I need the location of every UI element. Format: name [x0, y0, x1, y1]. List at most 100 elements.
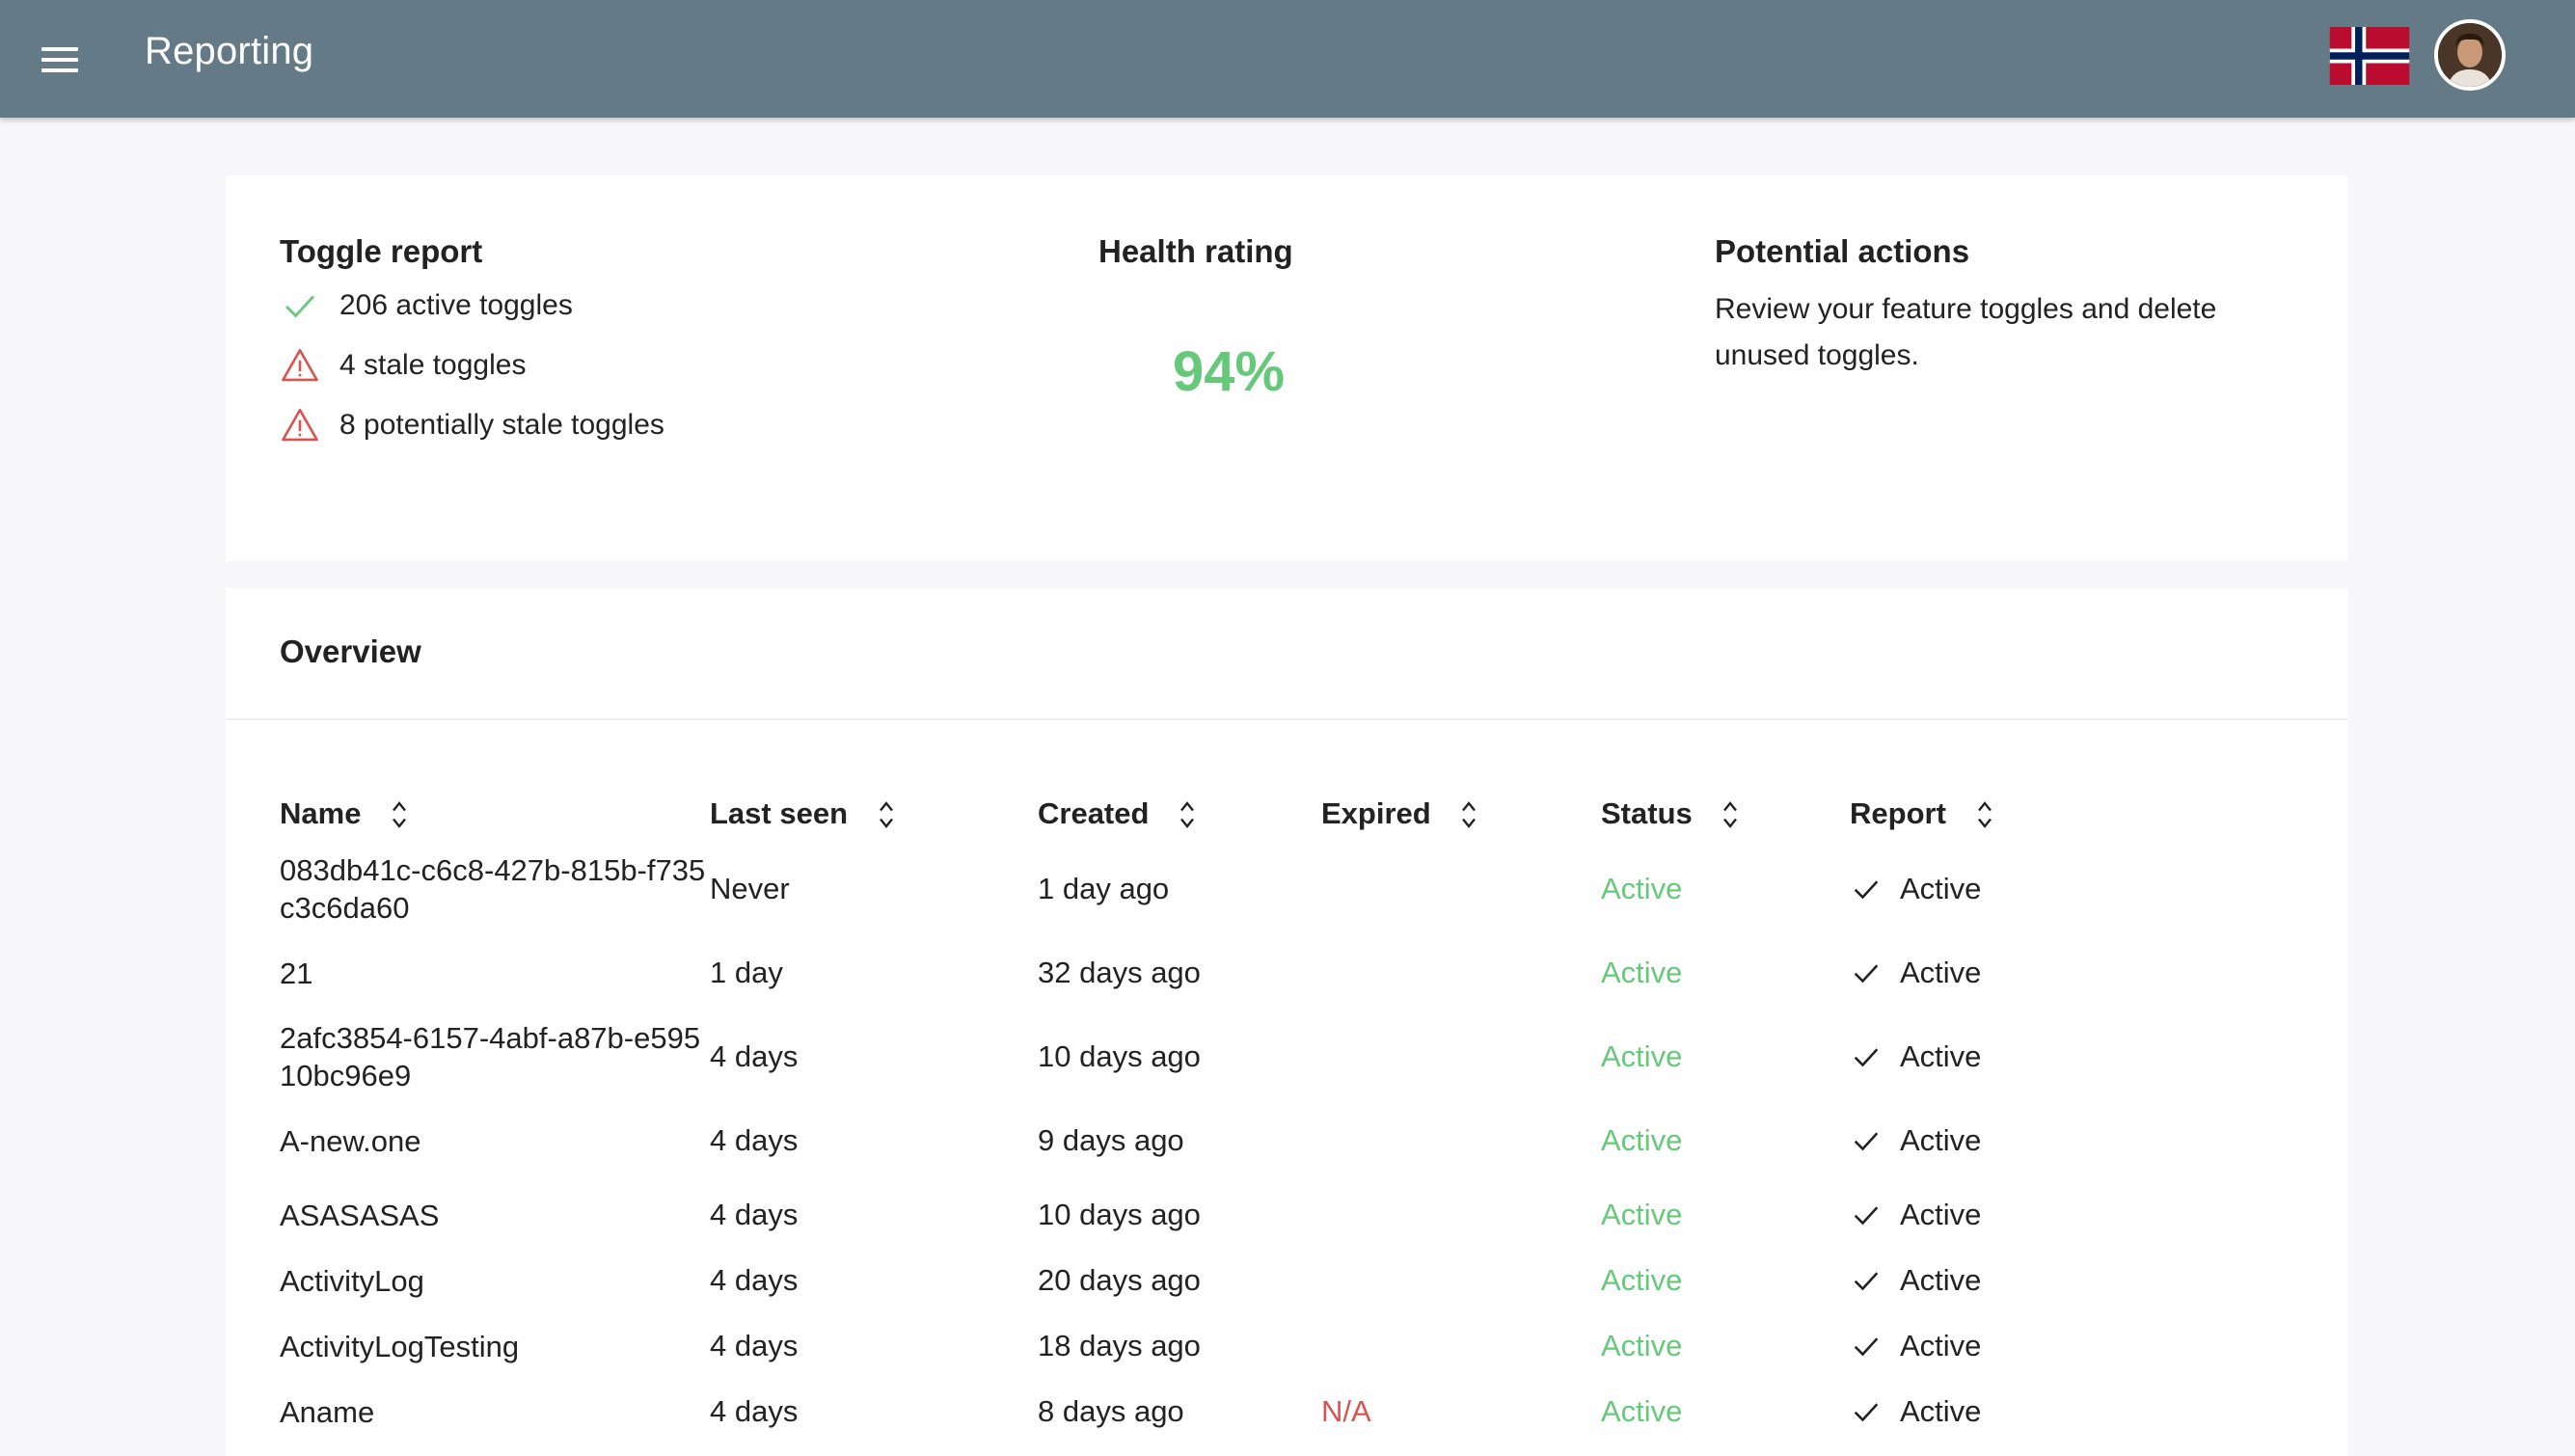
last-seen-cell: 4 days: [710, 1394, 799, 1428]
column-header-created[interactable]: Created: [1038, 781, 1321, 847]
column-header-label: Expired: [1321, 795, 1431, 830]
table-row: ActivityLog 4 days 20 days ago Active Ac…: [280, 1248, 2139, 1313]
summary-card: Toggle report 206 active toggles 4 stale…: [226, 175, 2347, 561]
report-cell: Active: [1850, 1313, 2139, 1379]
expired-cell: [1321, 1182, 1601, 1248]
table-row: 21 1 day 32 days ago Active Active: [280, 931, 2139, 1014]
toggle-name-link[interactable]: Aname: [280, 1395, 374, 1429]
status-cell: Active: [1601, 1329, 1683, 1362]
active-toggles-line: 206 active toggles: [280, 285, 573, 326]
potentially-stale-toggles-text: 8 potentially stale toggles: [339, 409, 664, 441]
column-header-status[interactable]: Status: [1601, 781, 1850, 847]
toggle-name-link[interactable]: A-new.one: [280, 1124, 421, 1158]
toggle-name-link[interactable]: 083db41c-c6c8-427b-815b-f735c3c6da60: [280, 853, 705, 925]
column-header-label: Last seen: [710, 795, 849, 830]
column-header-expired[interactable]: Expired: [1321, 781, 1601, 847]
toggles-table: Name Last seen Created Expired Status Re…: [280, 781, 2139, 1444]
health-rating-value: 94%: [1172, 340, 1286, 403]
report-label: Active: [1900, 956, 1982, 989]
status-cell: Active: [1601, 1123, 1683, 1157]
report-cell: Active: [1850, 1099, 2139, 1182]
last-seen-cell: 4 days: [710, 1039, 799, 1073]
toggle-name-link[interactable]: 21: [280, 957, 312, 990]
last-seen-cell: 1 day: [710, 956, 783, 989]
sort-icon[interactable]: [1721, 798, 1739, 831]
column-header-name[interactable]: Name: [280, 781, 710, 847]
created-cell: 9 days ago: [1038, 1123, 1184, 1157]
table-header-row: Name Last seen Created Expired Status Re…: [280, 781, 2139, 847]
created-cell: 8 days ago: [1038, 1394, 1184, 1428]
column-header-label: Created: [1038, 795, 1150, 830]
toggle-name-link[interactable]: 2afc3854-6157-4abf-a87b-e59510bc96e9: [280, 1021, 700, 1092]
potential-actions-text: Review your feature toggles and delete u…: [1715, 293, 2217, 371]
created-cell: 10 days ago: [1038, 1039, 1201, 1073]
check-icon: [1854, 1206, 1879, 1226]
created-cell: 10 days ago: [1038, 1198, 1201, 1231]
user-avatar[interactable]: [2434, 19, 2506, 91]
last-seen-cell: 4 days: [710, 1329, 799, 1362]
report-label: Active: [1900, 872, 1982, 905]
toggle-name-link[interactable]: ASASASAS: [280, 1199, 439, 1232]
sort-icon[interactable]: [1179, 798, 1196, 831]
column-header-label: Name: [280, 795, 362, 830]
table-row: Aname 4 days 8 days ago N/A Active Activ…: [280, 1379, 2139, 1444]
report-cell: Active: [1850, 1379, 2139, 1444]
sort-icon[interactable]: [391, 798, 408, 831]
expired-cell: [1321, 847, 1601, 931]
potential-actions-title: Potential actions: [1715, 233, 1970, 269]
potentially-stale-toggles-line: 8 potentially stale toggles: [280, 405, 664, 445]
overview-header: Overview: [226, 588, 2347, 720]
sort-icon[interactable]: [878, 798, 895, 831]
last-seen-cell: 4 days: [710, 1198, 799, 1231]
report-label: Active: [1900, 1123, 1982, 1157]
report-cell: Active: [1850, 1182, 2139, 1248]
check-icon: [1854, 964, 1879, 984]
toggle-report-title: Toggle report: [280, 233, 483, 269]
expired-cell: [1321, 1014, 1601, 1099]
status-cell: Active: [1601, 1263, 1683, 1297]
stale-toggles-text: 4 stale toggles: [339, 349, 527, 381]
stale-toggles-line: 4 stale toggles: [280, 345, 526, 386]
report-label: Active: [1900, 1394, 1982, 1428]
check-icon: [1854, 1337, 1879, 1357]
report-cell: Active: [1850, 931, 2139, 1014]
report-label: Active: [1900, 1039, 1982, 1073]
active-toggles-text: 206 active toggles: [339, 289, 573, 321]
check-icon: [1854, 1403, 1879, 1422]
warning-icon: [280, 345, 320, 386]
report-label: Active: [1900, 1263, 1982, 1297]
expired-cell: [1321, 1248, 1601, 1313]
toggle-name-link[interactable]: ActivityLog: [280, 1264, 424, 1298]
expired-cell: [1321, 1313, 1601, 1379]
expired-cell: N/A: [1321, 1394, 1371, 1428]
column-header-label: Status: [1601, 795, 1693, 830]
table-row: ASASASAS 4 days 10 days ago Active Activ…: [280, 1182, 2139, 1248]
health-rating-title: Health rating: [1098, 233, 1293, 269]
overview-card: Overview Name Last seen Created Expired: [226, 588, 2347, 1456]
table-row: 083db41c-c6c8-427b-815b-f735c3c6da60 Nev…: [280, 847, 2139, 931]
page-title: Reporting: [145, 30, 314, 72]
sort-icon[interactable]: [1976, 798, 1993, 831]
warning-icon: [280, 405, 320, 445]
check-icon: [1854, 880, 1879, 900]
check-icon: [1854, 1132, 1879, 1151]
toggle-name-link[interactable]: ActivityLogTesting: [280, 1330, 519, 1363]
table-row: 2afc3854-6157-4abf-a87b-e59510bc96e9 4 d…: [280, 1014, 2139, 1099]
hamburger-menu-icon[interactable]: [35, 35, 85, 85]
status-cell: Active: [1601, 1198, 1683, 1231]
app-bar: Reporting: [0, 0, 2575, 118]
check-icon: [1854, 1048, 1879, 1067]
expired-cell: [1321, 931, 1601, 1014]
column-header-report[interactable]: Report: [1850, 781, 2139, 847]
sort-icon[interactable]: [1460, 798, 1477, 831]
norway-flag-icon[interactable]: [2329, 27, 2410, 85]
last-seen-cell: 4 days: [710, 1123, 799, 1157]
table-row: ActivityLogTesting 4 days 18 days ago Ac…: [280, 1313, 2139, 1379]
last-seen-cell: 4 days: [710, 1263, 799, 1297]
status-cell: Active: [1601, 956, 1683, 989]
created-cell: 20 days ago: [1038, 1263, 1201, 1297]
report-cell: Active: [1850, 847, 2139, 931]
created-cell: 32 days ago: [1038, 956, 1201, 989]
last-seen-cell: Never: [710, 872, 790, 905]
column-header-last-seen[interactable]: Last seen: [710, 781, 1038, 847]
